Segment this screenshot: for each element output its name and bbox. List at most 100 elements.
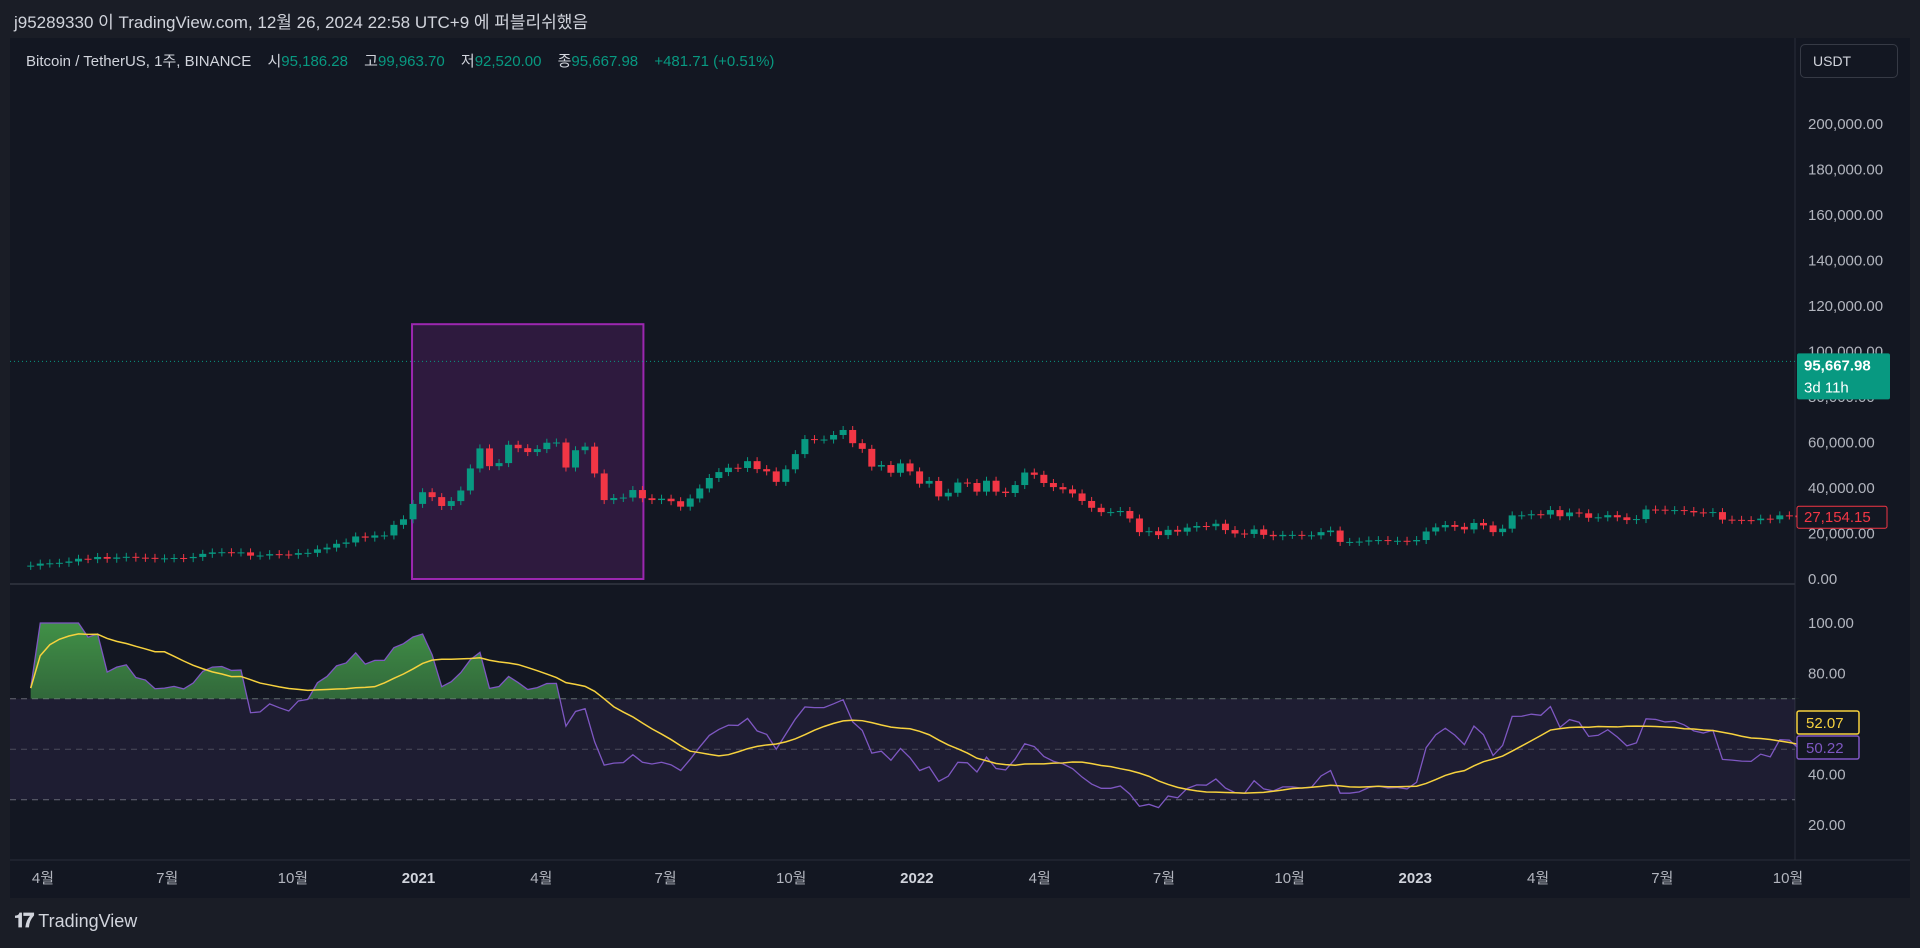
candle xyxy=(619,497,627,499)
candle xyxy=(237,552,245,554)
candle xyxy=(1556,510,1564,517)
candle xyxy=(896,463,904,473)
candle xyxy=(409,503,417,520)
candle xyxy=(151,557,159,559)
candle xyxy=(113,557,121,559)
price-tick-label: 200,000.00 xyxy=(1808,116,1883,133)
price-tick-label: 0.00 xyxy=(1808,571,1837,588)
candle xyxy=(629,490,637,498)
candle xyxy=(753,461,761,470)
candle xyxy=(906,463,914,472)
candle xyxy=(1594,517,1602,519)
candle xyxy=(724,467,732,473)
candle xyxy=(1470,522,1478,530)
candle xyxy=(1021,472,1029,486)
candle xyxy=(342,542,350,544)
candle xyxy=(562,442,570,468)
candle xyxy=(916,471,924,484)
candle xyxy=(944,492,952,497)
time-tick-label: 2021 xyxy=(402,870,435,887)
candle xyxy=(1145,531,1153,533)
price-tick-label: 140,000.00 xyxy=(1808,253,1883,270)
candle xyxy=(1269,534,1277,537)
candle xyxy=(581,446,589,451)
candle xyxy=(1030,472,1038,475)
time-tick-label: 7월 xyxy=(1153,870,1175,887)
candle xyxy=(1690,510,1698,513)
time-tick-label: 7월 xyxy=(1651,870,1673,887)
candle xyxy=(973,482,981,492)
time-tick-label: 10월 xyxy=(278,870,309,887)
candle xyxy=(1040,474,1048,483)
candle xyxy=(36,563,44,566)
time-tick-label: 2022 xyxy=(900,870,933,887)
candle xyxy=(983,480,991,492)
candle xyxy=(371,535,379,538)
candle xyxy=(1116,510,1124,513)
candle xyxy=(887,465,895,473)
candle xyxy=(1202,525,1210,527)
candle xyxy=(1336,530,1344,542)
candle xyxy=(132,556,140,558)
candle xyxy=(380,535,388,537)
time-tick-label: 4월 xyxy=(530,870,552,887)
candle xyxy=(705,477,713,489)
candle xyxy=(65,561,73,563)
price-tick-label: 60,000.00 xyxy=(1808,435,1875,452)
candle xyxy=(294,553,302,555)
candle xyxy=(839,429,847,435)
candle xyxy=(1221,523,1229,531)
candle xyxy=(600,473,608,501)
rsi-tick-label: 20.00 xyxy=(1808,817,1846,834)
candle xyxy=(208,552,216,554)
candle xyxy=(935,480,943,497)
candle xyxy=(476,448,484,469)
candle xyxy=(763,469,771,472)
candle xyxy=(390,524,398,536)
candle xyxy=(1728,519,1736,521)
candle xyxy=(170,557,178,559)
candle xyxy=(1613,515,1621,518)
candle xyxy=(543,442,551,450)
candle xyxy=(361,536,369,538)
price-tick-label: 40,000.00 xyxy=(1808,480,1875,497)
time-tick-label: 10월 xyxy=(776,870,807,887)
candle xyxy=(658,498,666,501)
candle xyxy=(1709,512,1717,514)
time-tick-label: 4월 xyxy=(32,870,54,887)
candle xyxy=(772,471,780,482)
candle xyxy=(1661,509,1669,511)
candle xyxy=(954,482,962,493)
rsi-ma-value-label: 52.07 xyxy=(1806,715,1844,732)
candle xyxy=(1718,512,1726,520)
candle xyxy=(1260,529,1268,535)
current-price-label: 95,667.98 xyxy=(1804,357,1871,374)
candle xyxy=(75,558,83,562)
candle xyxy=(180,557,188,559)
candle xyxy=(686,498,694,507)
rsi-tick-label: 40.00 xyxy=(1808,767,1846,784)
candle xyxy=(1365,540,1373,542)
candle xyxy=(1346,541,1354,543)
candle xyxy=(1785,515,1793,517)
candle xyxy=(103,556,111,559)
candle xyxy=(925,480,933,484)
candle xyxy=(1508,515,1516,529)
candle xyxy=(1317,532,1325,536)
candle xyxy=(1088,500,1096,508)
candle xyxy=(1164,529,1172,536)
chart-svg[interactable]: 0.0020,000.0040,000.0060,000.0080,000.00… xyxy=(0,0,1920,948)
candle xyxy=(1288,534,1296,536)
candle xyxy=(533,449,541,453)
candle xyxy=(285,554,293,556)
candle xyxy=(1489,525,1497,533)
rsi-tick-label: 100.00 xyxy=(1808,615,1854,632)
candle xyxy=(218,552,226,554)
candle xyxy=(1766,518,1774,520)
candle xyxy=(313,549,321,553)
candle xyxy=(1413,540,1421,542)
candle xyxy=(715,472,723,478)
candle xyxy=(1537,514,1545,516)
candle xyxy=(677,501,685,507)
candle xyxy=(199,553,207,557)
